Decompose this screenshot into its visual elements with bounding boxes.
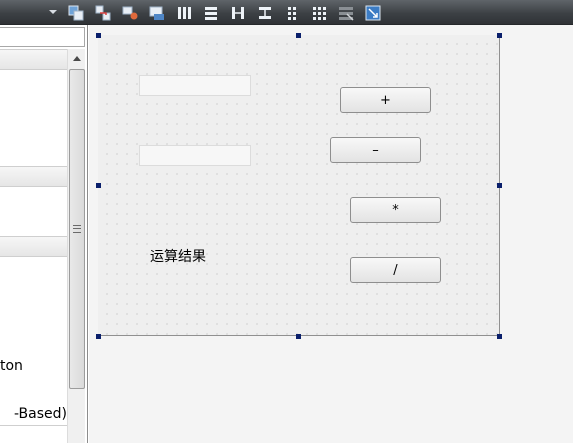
layout-horizontal-splitter-icon xyxy=(232,7,244,19)
layout-grid-button[interactable] xyxy=(309,3,329,23)
layout-horizontal-icon xyxy=(178,7,191,19)
widget-box-scrollbar[interactable] xyxy=(67,49,85,443)
widget-item-list-view-label: -Based) xyxy=(14,406,67,422)
widget-item-list-view[interactable]: -Based) xyxy=(0,404,67,426)
resize-handle[interactable] xyxy=(96,33,101,38)
resize-handle[interactable] xyxy=(296,334,301,339)
add-button[interactable]: + xyxy=(340,87,431,113)
resize-handle[interactable] xyxy=(96,183,101,188)
edit-tab-order-icon xyxy=(149,6,164,20)
form-editor-area: + – * / 运算结果 xyxy=(89,25,573,443)
edit-widgets-icon xyxy=(68,5,84,21)
form-canvas[interactable]: + – * / 运算结果 xyxy=(98,35,500,336)
chevron-up-icon xyxy=(72,55,81,61)
toolbar-overflow-chevron-icon[interactable] xyxy=(49,10,57,14)
layout-form-icon xyxy=(288,7,296,20)
break-layout-icon xyxy=(339,7,354,21)
resize-handle[interactable] xyxy=(296,33,301,38)
scrollbar-grip-icon xyxy=(73,225,81,233)
layout-vertical-splitter-icon xyxy=(259,7,271,19)
layout-horizontal-button[interactable] xyxy=(174,3,194,23)
resize-handle[interactable] xyxy=(96,334,101,339)
first-operand-input[interactable] xyxy=(139,75,251,96)
layout-vertical-splitter-button[interactable] xyxy=(255,3,275,23)
scrollbar-thumb[interactable] xyxy=(69,69,85,389)
adjust-size-icon xyxy=(365,5,381,21)
break-layout-button[interactable] xyxy=(336,3,356,23)
widget-category-header[interactable] xyxy=(0,236,67,257)
resize-handle[interactable] xyxy=(497,334,502,339)
widget-box-panel: ton -Based) xyxy=(0,25,88,443)
widget-item-push-button[interactable]: ton xyxy=(0,356,67,376)
adjust-size-button[interactable] xyxy=(363,3,383,23)
result-label: 运算结果 xyxy=(150,249,206,265)
widget-filter-input[interactable] xyxy=(0,27,85,47)
edit-buddies-icon xyxy=(122,6,138,20)
layout-vertical-button[interactable] xyxy=(201,3,221,23)
multiply-button[interactable]: * xyxy=(350,197,441,223)
resize-handle[interactable] xyxy=(497,183,502,188)
edit-buddies-button[interactable] xyxy=(120,3,140,23)
edit-signals-slots-button[interactable] xyxy=(93,3,113,23)
resize-handle[interactable] xyxy=(497,33,502,38)
edit-signals-slots-icon xyxy=(95,5,111,21)
layout-vertical-icon xyxy=(205,7,217,20)
layout-grid-icon xyxy=(313,7,326,20)
scroll-up-button[interactable] xyxy=(68,49,85,67)
edit-tab-order-button[interactable] xyxy=(147,3,167,23)
subtract-button[interactable]: – xyxy=(330,137,421,163)
divide-button[interactable]: / xyxy=(350,257,441,283)
second-operand-input[interactable] xyxy=(139,145,251,166)
layout-form-button[interactable] xyxy=(282,3,302,23)
layout-horizontal-splitter-button[interactable] xyxy=(228,3,248,23)
designer-toolbar xyxy=(0,0,573,25)
widget-category-header[interactable] xyxy=(0,166,67,187)
edit-widgets-button[interactable] xyxy=(66,3,86,23)
widget-category-header[interactable] xyxy=(0,49,67,70)
